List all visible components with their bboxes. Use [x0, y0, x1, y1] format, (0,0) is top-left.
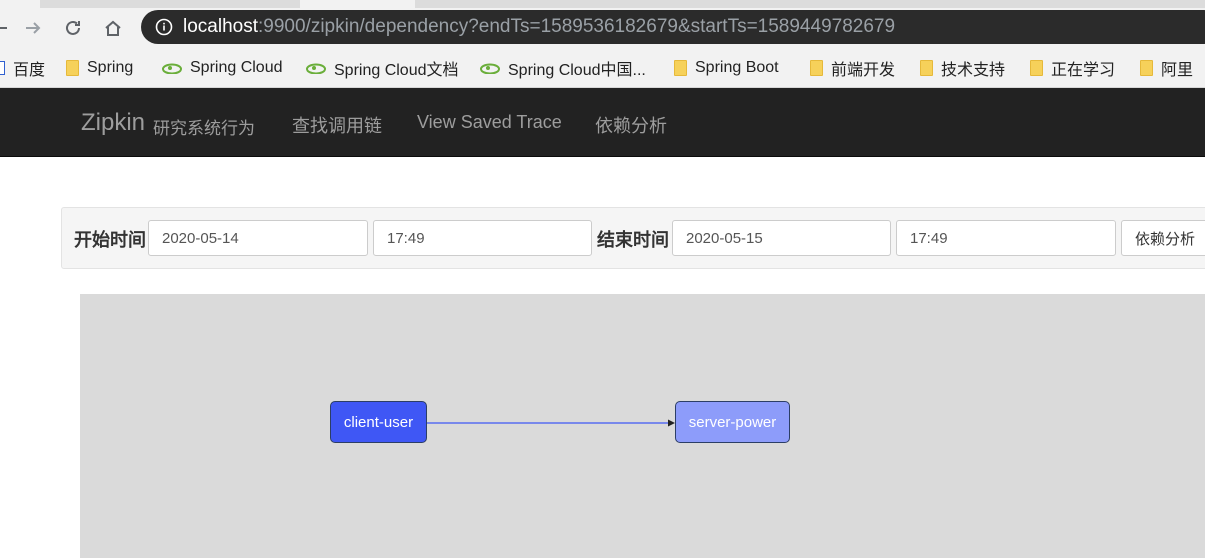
bookmark-spring-boot[interactable]: Spring Boot: [674, 57, 779, 79]
cloud-icon: [306, 63, 326, 74]
dependency-graph: client-user server-power: [80, 294, 1205, 558]
folder-icon: [1140, 60, 1153, 76]
folder-icon: [674, 60, 687, 76]
bookmark-spring-cloud-docs[interactable]: Spring Cloud文档: [306, 57, 459, 79]
address-url: localhost:9900/zipkin/dependency?endTs=1…: [183, 16, 895, 38]
start-time-label: 开始时间: [74, 230, 146, 250]
dependency-search-form: 开始时间 结束时间 依赖分析: [61, 207, 1205, 269]
bookmark-label: Spring Boot: [695, 59, 779, 76]
node-label: client-user: [343, 413, 414, 431]
bookmark-learning[interactable]: 正在学习: [1030, 57, 1115, 79]
cloud-icon: [480, 63, 500, 74]
bookmark-label: Spring: [87, 59, 134, 76]
reload-button[interactable]: [59, 14, 87, 42]
node-label: server-power: [688, 413, 777, 431]
forward-button[interactable]: [19, 14, 47, 42]
bookmark-label: Spring Cloud: [190, 59, 283, 76]
bookmark-label: 前端开发: [831, 62, 896, 79]
folder-icon: [920, 60, 933, 76]
brand-link[interactable]: Zipkin: [81, 109, 145, 137]
bookmark-spring[interactable]: Spring: [66, 57, 133, 79]
bookmark-label: Spring Cloud中国...: [508, 62, 646, 79]
nav-dependencies[interactable]: 依赖分析: [595, 112, 667, 138]
bookmark-label: 阿里: [1161, 62, 1194, 79]
bookmark-label: 正在学习: [1051, 62, 1116, 79]
zipkin-navbar: Zipkin 研究系统行为 查找调用链 View Saved Trace 依赖分…: [0, 88, 1205, 157]
end-time-input[interactable]: [896, 220, 1116, 256]
url-host: localhost: [183, 16, 258, 37]
bookmark-label: 百度: [13, 62, 46, 79]
address-bar[interactable]: localhost:9900/zipkin/dependency?endTs=1…: [141, 10, 1205, 44]
start-time-input[interactable]: [373, 220, 592, 256]
graph-node-server-power[interactable]: server-power: [675, 401, 790, 443]
start-date-input[interactable]: [148, 220, 368, 256]
back-arrow-icon: [0, 27, 7, 29]
bookmark-spring-cloud[interactable]: Spring Cloud: [162, 57, 283, 79]
end-time-label: 结束时间: [597, 230, 669, 250]
bookmark-ali[interactable]: 阿里: [1140, 57, 1193, 79]
folder-icon: [66, 60, 79, 76]
home-button[interactable]: [99, 14, 127, 42]
bookmark-support[interactable]: 技术支持: [920, 57, 1005, 79]
nav-view-saved-trace[interactable]: View Saved Trace: [417, 112, 562, 133]
browser-tab-strip: [0, 0, 1205, 8]
bookmarks-bar: 百度 Spring Spring Cloud Spring Cloud文档 Sp…: [0, 48, 1205, 88]
analyze-dependencies-button[interactable]: 依赖分析: [1121, 220, 1205, 256]
back-button[interactable]: [0, 14, 14, 42]
end-date-input[interactable]: [672, 220, 891, 256]
forward-arrow-icon: [26, 22, 41, 34]
bookmark-label: Spring Cloud文档: [334, 62, 459, 79]
bookmark-frontend[interactable]: 前端开发: [810, 57, 895, 79]
bookmark-spring-cloud-cn[interactable]: Spring Cloud中国...: [480, 57, 646, 79]
home-icon: [105, 20, 121, 36]
folder-icon: [810, 60, 823, 76]
browser-toolbar: localhost:9900/zipkin/dependency?endTs=1…: [0, 8, 1205, 48]
reload-icon: [66, 20, 80, 35]
graph-edge-layer: [427, 419, 675, 427]
tab-edge: [0, 0, 40, 8]
bookmark-baidu[interactable]: 百度: [0, 57, 45, 79]
folder-icon: [1030, 60, 1043, 76]
tab-edge: [300, 0, 415, 8]
edge-arrowhead: [668, 419, 675, 427]
baidu-icon: [0, 61, 5, 75]
bookmark-label: 技术支持: [941, 62, 1006, 79]
url-path: :9900/zipkin/dependency?endTs=1589536182…: [258, 16, 896, 37]
cloud-icon: [162, 63, 182, 74]
site-info-icon[interactable]: [155, 18, 173, 36]
graph-node-client-user[interactable]: client-user: [330, 401, 427, 443]
nav-find-trace[interactable]: 查找调用链: [292, 112, 382, 138]
brand-subtitle: 研究系统行为: [153, 119, 255, 138]
